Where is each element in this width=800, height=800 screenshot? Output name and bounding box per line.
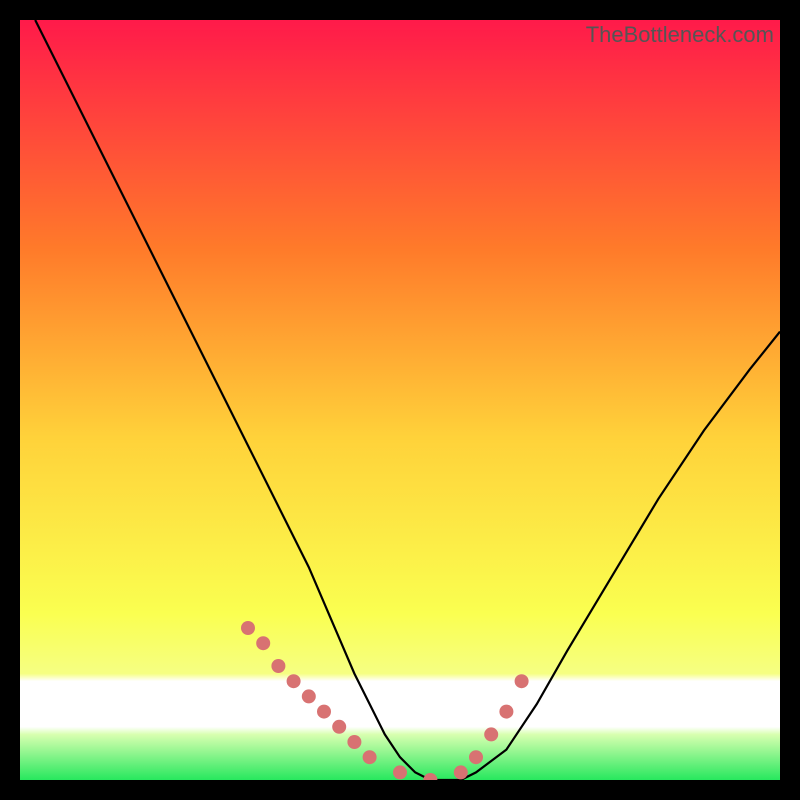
marker-point [271,659,285,673]
marker-point [469,750,483,764]
marker-point [454,765,468,779]
marker-point [499,705,513,719]
marker-point [393,765,407,779]
marker-point [302,689,316,703]
chart-svg [20,20,780,780]
marker-point [287,674,301,688]
marker-point [484,727,498,741]
marker-point [317,705,331,719]
chart-frame: TheBottleneck.com [20,20,780,780]
gradient-background [20,20,780,780]
watermark-text: TheBottleneck.com [586,22,774,48]
marker-point [363,750,377,764]
marker-point [515,674,529,688]
marker-point [332,720,346,734]
marker-point [347,735,361,749]
marker-point [241,621,255,635]
marker-point [256,636,270,650]
